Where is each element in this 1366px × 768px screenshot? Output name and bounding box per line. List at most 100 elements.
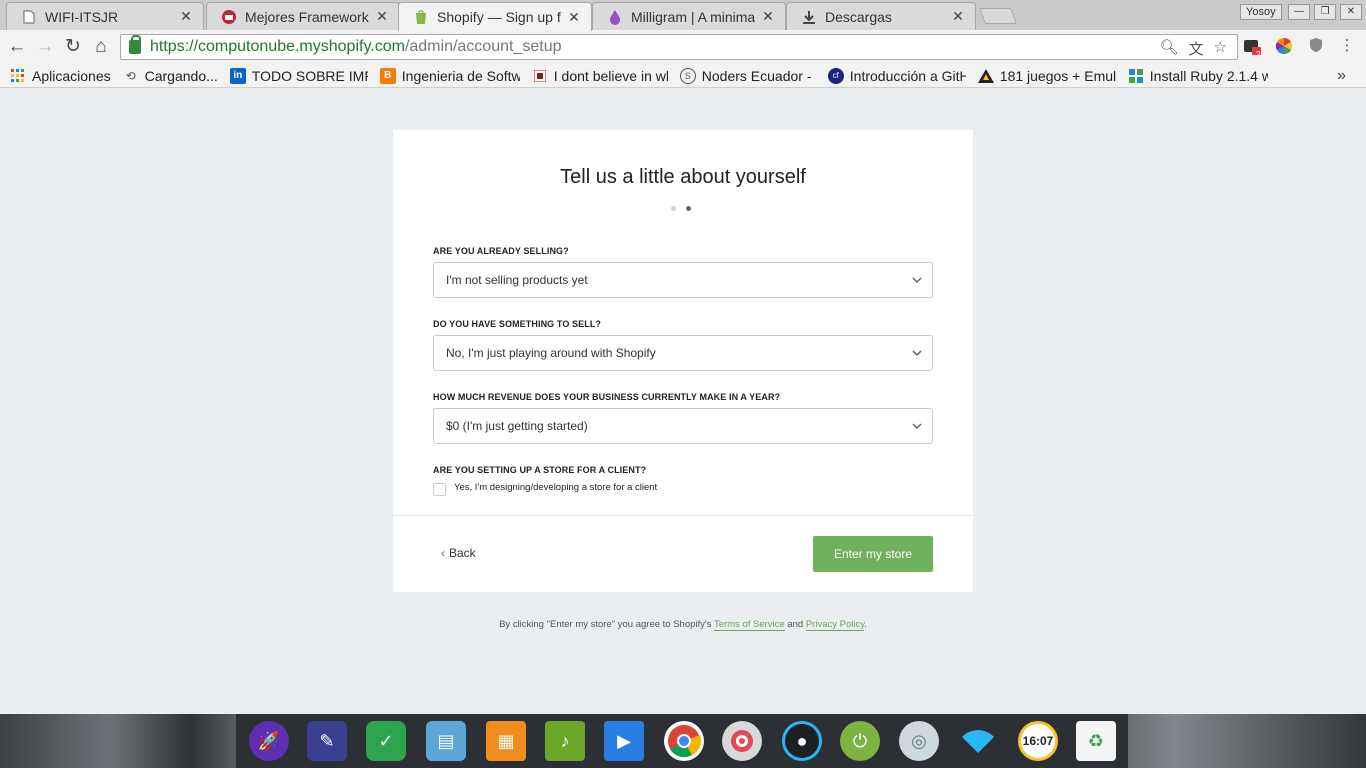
bookmark-label: Ingenieria de Softw: [401, 67, 520, 84]
bookmark-label: 181 juegos + Emulac: [999, 67, 1116, 84]
back-arrow-icon[interactable]: ←: [6, 36, 28, 58]
home-icon[interactable]: ⌂: [90, 36, 112, 58]
client-store-checkbox[interactable]: [433, 483, 446, 496]
bookmark-label: I dont believe in wh: [553, 67, 668, 84]
music-player-icon[interactable]: ♪: [545, 721, 585, 761]
bookmark-label: Noders Ecuador - C: [701, 67, 816, 84]
tab-mejores-frameworks[interactable]: Mejores Frameworks C ✕: [206, 2, 400, 30]
step-dot-1: [671, 206, 676, 211]
codigofacilito-icon: cf: [827, 67, 844, 84]
close-icon[interactable]: ✕: [567, 9, 581, 26]
power-icon[interactable]: ⏻: [840, 721, 880, 761]
bookmark-181-juegos[interactable]: 181 juegos + Emulac: [977, 67, 1116, 84]
bookmark-install-ruby[interactable]: Install Ruby 2.1.4 w: [1128, 68, 1268, 84]
tab-shopify-signup[interactable]: Shopify — Sign up for ✕: [398, 2, 592, 31]
redhat-icon: [221, 9, 237, 25]
store-bag-icon[interactable]: ▦: [486, 721, 526, 761]
camera-icon[interactable]: ◎: [899, 721, 939, 761]
legal-and: and: [787, 619, 804, 630]
browser-toolbar: ← → ↻ ⌂ https://computonube.myshopify.co…: [0, 30, 1366, 64]
selling-status-label: ARE YOU ALREADY SELLING?: [433, 246, 569, 256]
something-to-sell-label: DO YOU HAVE SOMETHING TO SELL?: [433, 319, 602, 329]
notes-app-icon[interactable]: ✓: [366, 721, 406, 761]
wifi-icon[interactable]: [958, 721, 998, 761]
close-icon[interactable]: ✕: [761, 8, 775, 25]
launcher-rocket-icon[interactable]: 🚀: [249, 721, 289, 761]
video-player-icon[interactable]: ▶: [604, 721, 644, 761]
divider: [393, 515, 973, 516]
minimize-button[interactable]: —: [1288, 4, 1310, 20]
tab-wifi-itsjr[interactable]: WIFI-ITSJR ✕: [6, 2, 204, 30]
back-label: Back: [449, 546, 476, 560]
legal-suffix: .: [864, 619, 867, 630]
back-link[interactable]: ‹ Back: [441, 546, 476, 560]
bookmark-icon: [532, 68, 548, 84]
privacy-policy-link[interactable]: Privacy Policy: [805, 619, 865, 631]
translate-icon[interactable]: 文: [1189, 38, 1204, 59]
shield-icon[interactable]: [1307, 37, 1325, 55]
select-value: $0 (I'm just getting started): [446, 419, 588, 433]
select-value: No, I'm just playing around with Shopify: [446, 346, 656, 360]
reload-icon[interactable]: ↻: [62, 36, 84, 58]
legal-text: By clicking "Enter my store" you agree t…: [393, 619, 973, 631]
bookmark-label: Aplicaciones: [32, 67, 111, 84]
settings-gear-icon[interactable]: [722, 721, 762, 761]
tab-strip: WIFI-ITSJR ✕ Mejores Frameworks C ✕ Shop…: [0, 0, 1366, 31]
file-manager-icon[interactable]: ▤: [426, 721, 466, 761]
step-dot-2: [686, 206, 691, 211]
bookmark-noders[interactable]: S Noders Ecuador - C: [679, 67, 816, 84]
selling-status-select[interactable]: I'm not selling products yet: [433, 262, 933, 298]
close-window-button[interactable]: ✕: [1340, 4, 1362, 20]
text-editor-icon[interactable]: ✎: [307, 721, 347, 761]
close-icon[interactable]: ✕: [375, 8, 389, 25]
bookmark-cargando[interactable]: ⟲ Cargando...: [123, 68, 218, 84]
bookmark-label: Install Ruby 2.1.4 w: [1149, 67, 1268, 84]
tab-title: WIFI-ITSJR: [45, 8, 119, 25]
maximize-button[interactable]: ❐: [1314, 4, 1336, 20]
bookmark-label: Introducción a GitH: [849, 67, 966, 84]
something-to-sell-select[interactable]: No, I'm just playing around with Shopify: [433, 335, 933, 371]
noders-icon: S: [679, 67, 696, 84]
terms-of-service-link[interactable]: Terms of Service: [713, 619, 785, 631]
trash-icon[interactable]: ♻: [1076, 721, 1116, 761]
chrome-icon[interactable]: [664, 721, 704, 761]
close-icon[interactable]: ✕: [179, 8, 193, 25]
tab-title: Milligram | A minimali: [631, 8, 755, 25]
chevron-right-icon[interactable]: »: [1337, 67, 1346, 85]
revenue-select[interactable]: $0 (I'm just getting started): [433, 408, 933, 444]
desktop-dock: 🚀 ✎ ✓ ▤ ▦ ♪ ▶ ● ⏻ ◎ 16:07 ♻: [0, 714, 1366, 768]
bookmarks-bar: Aplicaciones ⟲ Cargando... in TODO SOBRE…: [0, 64, 1366, 88]
client-store-label: ARE YOU SETTING UP A STORE FOR A CLIENT?: [433, 465, 647, 475]
clock-icon[interactable]: 16:07: [1018, 721, 1058, 761]
tab-descargas[interactable]: Descargas ✕: [786, 2, 976, 30]
client-store-checkbox-label[interactable]: Yes, I'm designing/developing a store fo…: [454, 482, 657, 493]
profile-button[interactable]: Yosoy: [1240, 4, 1282, 20]
forward-arrow-icon[interactable]: →: [34, 36, 56, 58]
menu-icon[interactable]: ⋮: [1338, 37, 1356, 55]
zoom-icon[interactable]: 🔍︎: [1159, 38, 1178, 59]
bookmark-todo-sobre[interactable]: in TODO SOBRE IMPR: [229, 67, 368, 84]
step-indicator: [671, 206, 691, 211]
page-title: Tell us a little about yourself: [560, 166, 806, 188]
bookmark-introduccion-github[interactable]: cf Introducción a GitH: [827, 67, 966, 84]
select-value: I'm not selling products yet: [446, 273, 588, 287]
star-icon[interactable]: ☆: [1214, 38, 1227, 59]
game-icon: [977, 68, 994, 84]
close-icon[interactable]: ✕: [951, 8, 965, 25]
bookmark-apps[interactable]: Aplicaciones: [10, 68, 111, 84]
color-wheel-icon[interactable]: [1275, 37, 1293, 55]
download-icon: [801, 9, 817, 25]
new-tab-button[interactable]: [979, 8, 1017, 24]
lock-icon: [129, 35, 141, 54]
address-bar[interactable]: https://computonube.myshopify.com/admin/…: [120, 34, 1238, 60]
tab-title: Mejores Frameworks C: [245, 8, 369, 25]
chat-app-icon[interactable]: ●: [782, 721, 822, 761]
enter-my-store-button[interactable]: Enter my store: [813, 536, 933, 572]
tab-milligram[interactable]: Milligram | A minimali ✕: [592, 2, 786, 30]
linkedin-icon: in: [229, 67, 246, 84]
bookmark-i-dont-believe[interactable]: I dont believe in wh: [532, 68, 668, 84]
chevron-left-icon: ‹: [441, 546, 445, 560]
bookmark-ingenieria[interactable]: B Ingenieria de Softw: [379, 67, 520, 84]
ruby-icon: [1128, 68, 1144, 84]
legal-prefix: By clicking "Enter my store" you agree t…: [499, 619, 712, 630]
